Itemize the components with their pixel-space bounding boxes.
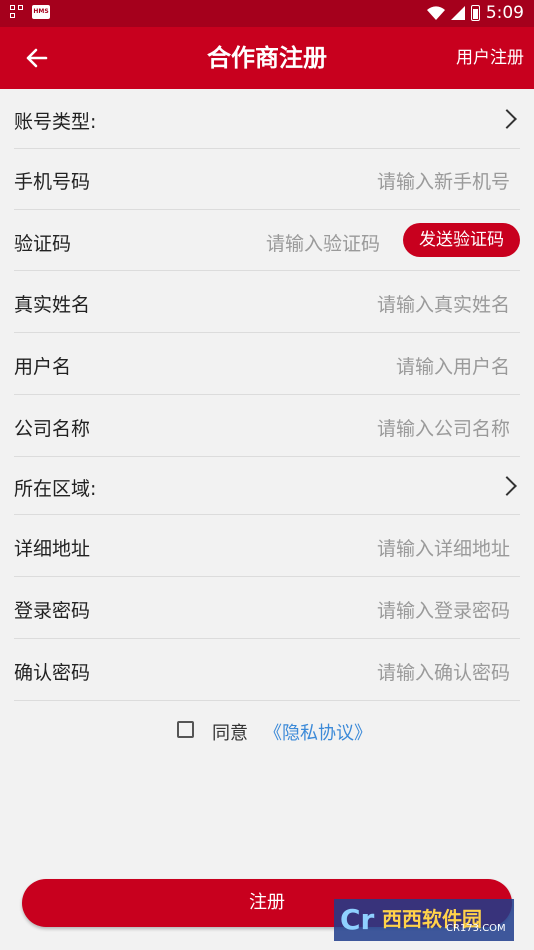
code-label: 验证码 xyxy=(14,233,72,255)
address-input[interactable]: 请输入详细地址 xyxy=(377,534,510,561)
hms-badge-icon: HMS xyxy=(32,5,50,19)
page-title: 合作商注册 xyxy=(207,44,327,72)
app-header: 合作商注册 用户注册 xyxy=(0,27,534,89)
chevron-right-icon[interactable] xyxy=(497,108,517,129)
region-label: 所在区域: xyxy=(14,478,97,500)
username-label: 用户名 xyxy=(14,356,72,378)
watermark-logo: Cr xyxy=(340,903,375,936)
company-row: 公司名称 请输入公司名称 xyxy=(14,395,520,457)
registration-form: 账号类型: 手机号码 请输入新手机号 验证码 请输入验证码 发送验证码 真实姓名… xyxy=(14,89,520,701)
privacy-policy-link[interactable]: 《隐私协议》 xyxy=(264,719,372,745)
password-label: 登录密码 xyxy=(14,600,91,622)
send-code-button[interactable]: 发送验证码 xyxy=(403,223,520,257)
company-label: 公司名称 xyxy=(14,418,91,440)
confirm-password-row: 确认密码 请输入确认密码 xyxy=(14,639,520,701)
wifi-icon xyxy=(426,5,445,20)
company-input[interactable]: 请输入公司名称 xyxy=(377,414,510,441)
agree-text: 同意 xyxy=(212,723,248,744)
password-input[interactable]: 请输入登录密码 xyxy=(377,596,510,623)
user-register-link[interactable]: 用户注册 xyxy=(456,27,524,89)
password-row: 登录密码 请输入登录密码 xyxy=(14,577,520,639)
phone-row: 手机号码 请输入新手机号 xyxy=(14,149,520,210)
username-row: 用户名 请输入用户名 xyxy=(14,333,520,395)
code-row: 验证码 请输入验证码 发送验证码 xyxy=(14,210,520,271)
real-name-label: 真实姓名 xyxy=(14,294,91,316)
account-type-row[interactable]: 账号类型: xyxy=(14,89,520,149)
confirm-password-input[interactable]: 请输入确认密码 xyxy=(377,658,510,685)
username-input[interactable]: 请输入用户名 xyxy=(396,352,510,379)
account-type-label: 账号类型: xyxy=(14,111,97,133)
signal-icon xyxy=(450,6,465,20)
clock: 5:09 xyxy=(485,3,524,23)
region-row[interactable]: 所在区域: xyxy=(14,457,520,515)
phone-label: 手机号码 xyxy=(14,171,91,193)
watermark: Cr 西西软件园 CR173.COM xyxy=(334,899,514,941)
agree-checkbox[interactable] xyxy=(177,721,194,738)
real-name-input[interactable]: 请输入真实姓名 xyxy=(377,290,510,317)
chevron-right-icon[interactable] xyxy=(497,475,517,496)
scan-icon xyxy=(10,5,24,19)
phone-input[interactable]: 请输入新手机号 xyxy=(377,167,510,194)
code-input[interactable]: 请输入验证码 xyxy=(266,229,380,256)
status-bar: HMS 5:09 xyxy=(0,0,534,27)
address-label: 详细地址 xyxy=(14,538,91,560)
real-name-row: 真实姓名 请输入真实姓名 xyxy=(14,271,520,333)
watermark-site: CR173.COM xyxy=(446,923,506,934)
agreement-row: 同意 《隐私协议》 xyxy=(0,718,534,744)
confirm-password-label: 确认密码 xyxy=(14,662,91,684)
address-row: 详细地址 请输入详细地址 xyxy=(14,515,520,577)
battery-icon xyxy=(470,5,480,21)
